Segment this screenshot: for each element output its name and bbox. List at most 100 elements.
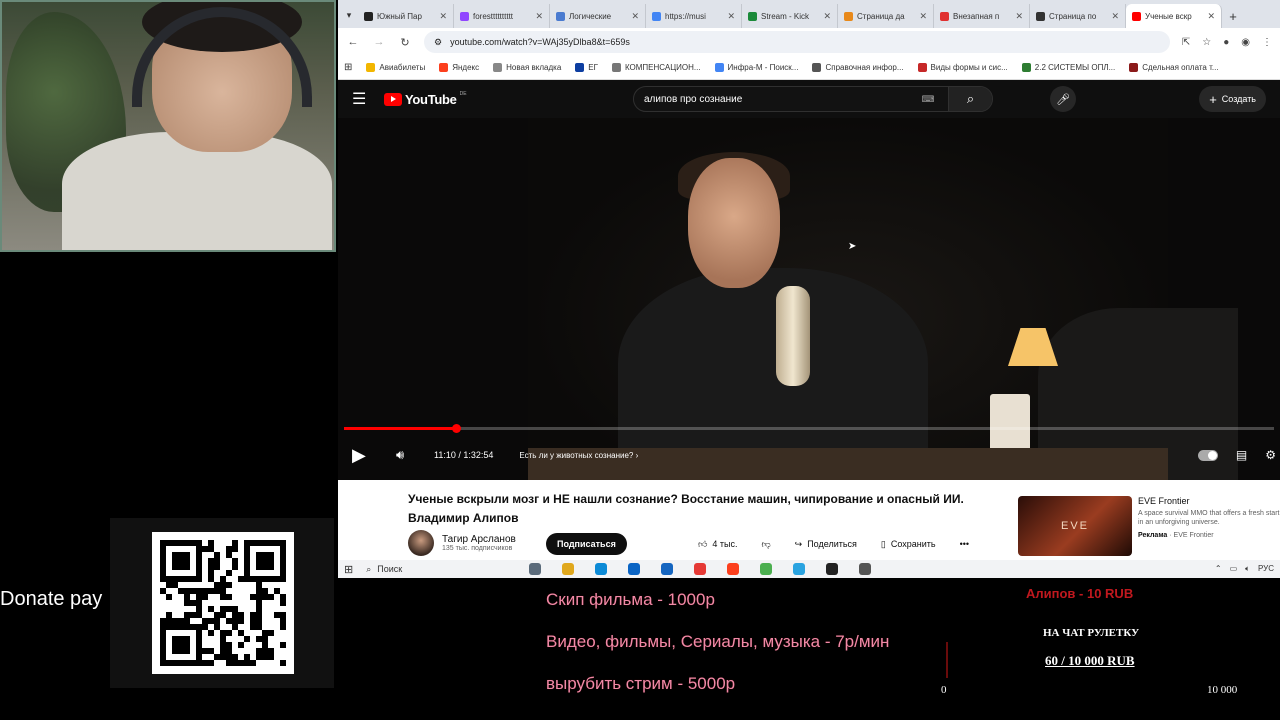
bookmark-item[interactable]: Инфра-М - Поиск... [714, 63, 798, 72]
cast-icon[interactable]: ⇱ [1182, 37, 1190, 48]
chapter-button[interactable]: Есть ли у животных сознание? › [519, 451, 638, 460]
bookmark-item[interactable]: Сдельная оплата т... [1129, 63, 1219, 72]
progress-scrubber[interactable] [451, 424, 461, 433]
browser-tab[interactable]: Логические ✕ [550, 4, 646, 28]
channel-avatar[interactable] [408, 530, 434, 556]
taskbar-app-icon[interactable] [826, 563, 839, 575]
bookmark-star-icon[interactable]: ☆ [1202, 37, 1211, 48]
close-icon[interactable]: ✕ [823, 11, 831, 22]
bookmark-favicon-icon [917, 63, 927, 72]
sponsored-ad[interactable]: EVE EVE Frontier A space survival MMO th… [1018, 496, 1280, 558]
new-tab-button[interactable]: + [1222, 4, 1244, 28]
close-icon[interactable]: ✕ [1207, 11, 1215, 22]
close-icon[interactable]: ✕ [919, 11, 927, 22]
bookmark-item[interactable]: Новая вкладка [493, 63, 561, 72]
hamburger-menu-icon[interactable]: ☰ [352, 89, 372, 109]
sound-icon[interactable]: 🔈︎ [1245, 564, 1250, 574]
bookmark-item[interactable]: КОМПЕНСАЦИОН... [611, 63, 701, 72]
channel-info[interactable]: Тагир Арсланов 135 тыс. подписчиков [408, 530, 516, 556]
browser-tab[interactable]: Внезапная п ✕ [934, 4, 1030, 28]
close-icon[interactable]: ✕ [439, 11, 447, 22]
play-button[interactable]: ▶ [352, 445, 382, 466]
profile-icon[interactable]: ◉ [1241, 37, 1250, 48]
share-icon: ↪ [794, 538, 803, 549]
tab-search-icon[interactable]: ▾ [340, 2, 358, 28]
browser-tab[interactable]: Ученые вскр ✕ [1126, 4, 1222, 28]
back-icon[interactable]: ← [346, 36, 360, 48]
bookmark-item[interactable]: Справочная инфор... [812, 63, 904, 72]
stream-layout: ▾ Южный Пар ✕ forestttttttttt ✕ Логические ✕ h… [0, 0, 1280, 720]
search-box[interactable]: алипов про сознание ⌨ ⌕ [633, 86, 993, 112]
tab-title: Внезапная п [953, 11, 1000, 21]
taskbar-search[interactable]: ⌕ Поиск [366, 564, 516, 575]
taskbar-app-icon[interactable] [727, 563, 740, 575]
close-icon[interactable]: ✕ [727, 11, 735, 22]
browser-tab[interactable]: Страница да ✕ [838, 4, 934, 28]
taskbar-app-icon[interactable] [661, 563, 674, 575]
tab-title: Stream - Kick [761, 11, 810, 21]
taskbar-app-icon[interactable] [529, 563, 542, 575]
taskbar-app-icon[interactable] [859, 563, 872, 575]
language-indicator[interactable]: РУС [1258, 564, 1274, 574]
channel-name[interactable]: Тагир Арсланов [442, 534, 516, 545]
taskbar-app-icon[interactable] [595, 563, 608, 575]
thumbs-down-icon: 👎︎ [761, 538, 771, 549]
close-icon[interactable]: ✕ [535, 11, 543, 22]
browser-tab[interactable]: forestttttttttt ✕ [454, 4, 550, 28]
browser-tab[interactable]: Страница по ✕ [1030, 4, 1126, 28]
save-button[interactable]: ▯ Сохранить [873, 533, 944, 555]
volume-icon[interactable]: 🔊︎ [396, 447, 416, 463]
share-button[interactable]: ↪ Поделиться [787, 533, 865, 555]
keyboard-icon[interactable]: ⌨ [908, 94, 948, 105]
settings-gear-icon[interactable]: ⚙ [1265, 448, 1276, 462]
bookmark-item[interactable]: Виды формы и сис... [917, 63, 1008, 72]
bookmark-item[interactable]: ЕГ [575, 63, 598, 72]
reload-icon[interactable]: ↻ [398, 36, 412, 49]
bookmark-item[interactable]: Яндекс [439, 63, 479, 72]
tab-strip: ▾ Южный Пар ✕ forestttttttttt ✕ Логические ✕ h… [338, 0, 1280, 28]
apps-grid-icon[interactable]: ⊞ [344, 62, 352, 73]
tab-favicon-icon [844, 11, 853, 21]
forward-icon[interactable]: → [372, 36, 386, 48]
youtube-play-icon [384, 92, 402, 106]
search-icon[interactable]: ⌕ [948, 87, 992, 111]
dislike-button[interactable]: 👎︎ [754, 533, 779, 555]
create-button[interactable]: + Создать [1199, 86, 1266, 112]
site-info-icon[interactable]: ⚙ [434, 37, 442, 48]
progress-bar[interactable] [344, 424, 1274, 433]
network-icon[interactable]: ▭ [1230, 564, 1238, 574]
bookmark-favicon-icon [439, 63, 449, 72]
video-player[interactable]: ➤ ▶ 🔊︎ 11:10 / 1:32:54 Есть ли у животны… [338, 118, 1280, 480]
ad-thumbnail[interactable]: EVE [1018, 496, 1132, 556]
taskbar-app-icon[interactable] [628, 563, 641, 575]
time-display: 11:10 / 1:32:54 [434, 450, 494, 460]
browser-tab[interactable]: Stream - Kick ✕ [742, 4, 838, 28]
url-field[interactable]: ⚙ youtube.com/watch?v=WAj35yDlba8&t=659s [424, 31, 1170, 53]
menu-icon[interactable]: ⋮ [1262, 37, 1272, 48]
bookmark-favicon-icon [1021, 63, 1031, 72]
ad-title[interactable]: EVE Frontier [1138, 496, 1280, 506]
taskbar-app-icon[interactable] [760, 563, 773, 575]
taskbar-app-icon[interactable] [562, 563, 575, 575]
tab-title: Логические [569, 11, 612, 21]
close-icon[interactable]: ✕ [1015, 11, 1023, 22]
extension-icon[interactable]: ● [1223, 37, 1229, 48]
youtube-logo[interactable]: YouTube DE [384, 91, 467, 107]
close-icon[interactable]: ✕ [631, 11, 639, 22]
like-button[interactable]: 👍︎ 4 тыс. [690, 533, 746, 555]
browser-tab[interactable]: https://musi ✕ [646, 4, 742, 28]
subscribe-button[interactable]: Подписаться [546, 533, 627, 555]
microphone-icon[interactable]: 🎤︎ [1050, 86, 1076, 112]
browser-tab[interactable]: Южный Пар ✕ [358, 4, 454, 28]
subtitles-icon[interactable]: ▤ [1236, 448, 1247, 462]
taskbar-app-icon[interactable] [694, 563, 707, 575]
tray-chevron-icon[interactable]: ⌃ [1215, 564, 1222, 574]
windows-start-icon[interactable]: ⊞ [344, 563, 353, 576]
taskbar-app-icon[interactable] [793, 563, 806, 575]
close-icon[interactable]: ✕ [1111, 11, 1119, 22]
bookmark-item[interactable]: Авиабилеты [366, 63, 425, 72]
more-actions-button[interactable]: ••• [952, 533, 977, 555]
bookmark-item[interactable]: 2.2 СИСТЕМЫ ОПЛ... [1021, 63, 1115, 72]
search-input[interactable]: алипов про сознание [634, 94, 908, 105]
autoplay-toggle[interactable] [1197, 449, 1218, 461]
